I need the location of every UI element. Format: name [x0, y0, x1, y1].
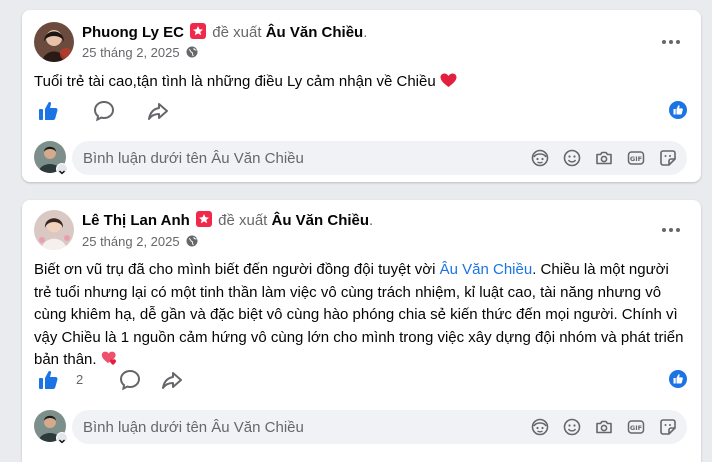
action-verb: đề xuất	[218, 212, 268, 229]
like-reaction-icon[interactable]	[669, 101, 687, 119]
share-arrow-icon[interactable]	[146, 99, 170, 123]
post-actions: 2	[34, 368, 182, 392]
emoji-icon[interactable]	[563, 149, 581, 167]
sticker-icon[interactable]	[659, 418, 677, 436]
like-count[interactable]: 2	[76, 372, 83, 387]
recommended-page[interactable]: Âu Văn Chiều	[266, 24, 364, 41]
svg-text:GIF: GIF	[630, 424, 642, 432]
post-date[interactable]: 25 tháng 2, 2025	[82, 45, 180, 60]
author-line: Lê Thị Lan Anh đề xuất Âu Văn Chiều.	[82, 211, 374, 229]
recommendation-star-badge-icon	[195, 211, 212, 227]
recommended-page[interactable]: Âu Văn Chiều	[272, 212, 370, 229]
post-card: Phuong Ly EC đề xuất Âu Văn Chiều. 25 th…	[22, 10, 701, 182]
action-verb: đề xuất	[212, 24, 262, 41]
chevron-down-icon[interactable]	[56, 163, 68, 175]
author-avatar[interactable]	[34, 22, 74, 62]
comment-placeholder: Bình luận dưới tên Âu Văn Chiều	[83, 419, 304, 436]
comment-bubble-icon[interactable]	[118, 368, 142, 392]
post-meta: 25 tháng 2, 2025	[82, 234, 198, 250]
mention-link[interactable]: Âu Văn Chiều	[440, 261, 533, 278]
gif-icon[interactable]: GIF	[627, 418, 645, 436]
post-card: Lê Thị Lan Anh đề xuất Âu Văn Chiều. 25 …	[22, 200, 701, 462]
comment-input[interactable]: Bình luận dưới tên Âu Văn Chiều GIF	[72, 410, 687, 444]
author-avatar[interactable]	[34, 210, 74, 250]
comment-composer: Bình luận dưới tên Âu Văn Chiều GIF	[34, 141, 687, 175]
more-dots-icon[interactable]	[659, 221, 683, 239]
camera-icon[interactable]	[595, 149, 613, 167]
comment-tools: GIF	[531, 149, 677, 167]
globe-icon	[186, 46, 198, 58]
heart-emoji-icon	[440, 73, 457, 90]
comment-composer: Bình luận dưới tên Âu Văn Chiều GIF	[34, 410, 687, 444]
avatar-sticker-icon[interactable]	[531, 418, 549, 436]
svg-text:GIF: GIF	[630, 155, 642, 163]
author-name[interactable]: Lê Thị Lan Anh	[82, 212, 190, 229]
author-line: Phuong Ly EC đề xuất Âu Văn Chiều.	[82, 23, 368, 41]
chevron-down-icon[interactable]	[56, 432, 68, 444]
more-dots-icon[interactable]	[659, 33, 683, 51]
comment-input[interactable]: Bình luận dưới tên Âu Văn Chiều GIF	[72, 141, 687, 175]
sticker-icon[interactable]	[659, 149, 677, 167]
camera-icon[interactable]	[595, 418, 613, 436]
post-text: Tuổi trẻ tài cao,tận tình là những điều …	[34, 72, 687, 92]
avatar-sticker-icon[interactable]	[531, 149, 549, 167]
author-name[interactable]: Phuong Ly EC	[82, 24, 184, 41]
thumbs-up-icon[interactable]	[36, 368, 60, 392]
globe-icon	[186, 235, 198, 247]
post-date[interactable]: 25 tháng 2, 2025	[82, 234, 180, 249]
gif-icon[interactable]: GIF	[627, 149, 645, 167]
recommendation-star-badge-icon	[190, 23, 207, 39]
emoji-icon[interactable]	[563, 418, 581, 436]
post-actions	[34, 99, 174, 123]
post-text: Biết ơn vũ trụ đã cho mình biết đến ngườ…	[34, 261, 684, 368]
thumbs-up-icon[interactable]	[36, 99, 60, 123]
comment-bubble-icon[interactable]	[92, 99, 116, 123]
heart-emoji-icon	[101, 351, 119, 368]
comment-placeholder: Bình luận dưới tên Âu Văn Chiều	[83, 150, 304, 167]
post-meta: 25 tháng 2, 2025	[82, 45, 198, 61]
like-reaction-icon[interactable]	[669, 370, 687, 388]
comment-tools: GIF	[531, 418, 677, 436]
share-arrow-icon[interactable]	[160, 368, 184, 392]
